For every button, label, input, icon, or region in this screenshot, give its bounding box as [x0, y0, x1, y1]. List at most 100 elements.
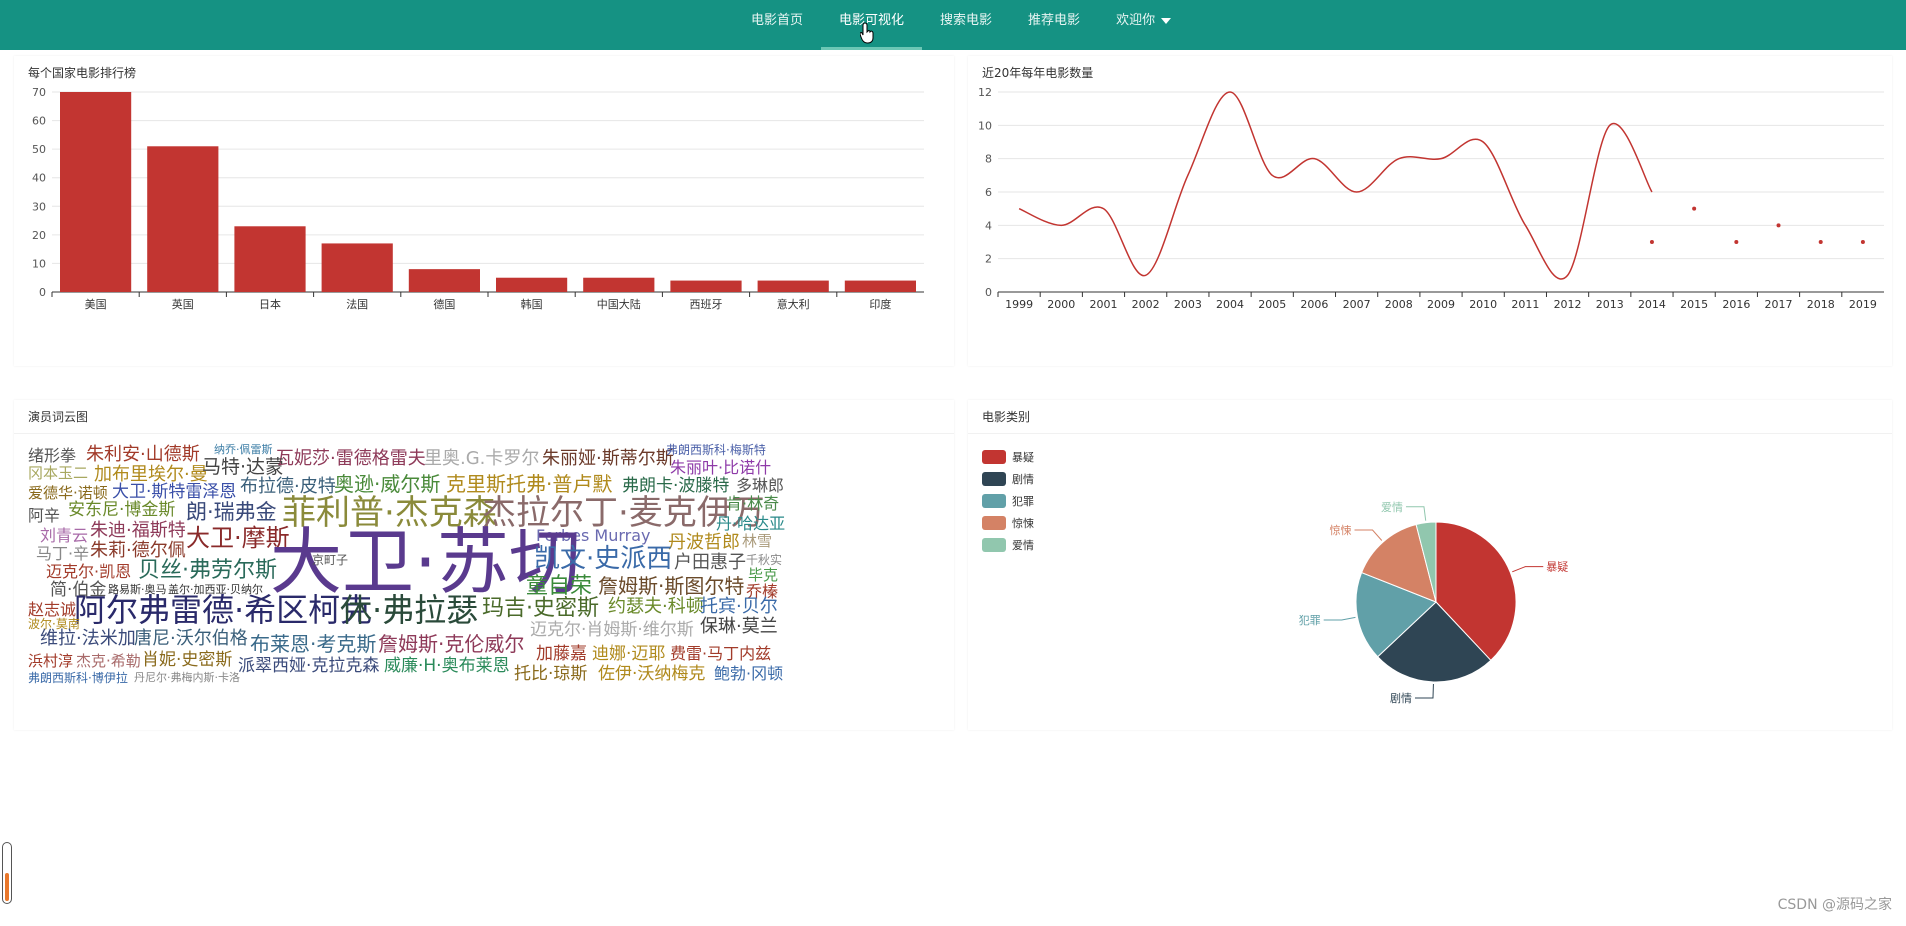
nav-item-home[interactable]: 电影首页 — [733, 0, 821, 50]
x-tick-label: 2019 — [1849, 298, 1877, 311]
label-line — [1414, 683, 1434, 699]
x-tick-label: 西班牙 — [690, 298, 723, 311]
cloud-word: 迈克尔·凯恩 — [46, 562, 132, 581]
line-chart: 0 2 4 6 8 10 12 1999 2000 2001 2002 2003 2004 2005 200… — [978, 86, 1884, 311]
cloud-word: 马特·达蒙 — [202, 456, 285, 478]
x-tick-label: 德国 — [433, 297, 455, 311]
cloud-word: 约瑟夫·科顿 — [608, 596, 704, 617]
divider — [14, 433, 954, 434]
y-tick-label: 10 — [978, 119, 992, 132]
x-tick-label: 2015 — [1680, 298, 1708, 311]
genre-panel: 电影类别 暴疑 剧情 犯罪 惊悚 爱情 暴疑 剧情 犯罪 惊悚 爱情 — [968, 400, 1892, 730]
hand-cursor-icon — [860, 22, 874, 44]
data-point — [1818, 240, 1823, 244]
cloud-word: 丹·哈达亚 — [716, 514, 786, 533]
cloud-word: 朗·瑞弗金 — [186, 500, 277, 524]
cloud-word: 佐伊·沃纳梅克 — [598, 664, 706, 684]
nav-item-search[interactable]: 搜索电影 — [922, 0, 1010, 50]
bar — [844, 280, 916, 292]
x-tick-label: 2013 — [1596, 298, 1624, 311]
nav-item-user-menu[interactable]: 欢迎你 — [1098, 0, 1189, 50]
y-tick-label: 4 — [985, 219, 992, 232]
x-tick-label: 2002 — [1132, 298, 1160, 311]
x-tick-label: 2007 — [1343, 298, 1371, 311]
cloud-word: 肯·林奇 — [726, 494, 780, 513]
x-tick-label: 2006 — [1300, 298, 1328, 311]
cloud-word: 冈本玉二 — [28, 464, 89, 482]
cloud-word: 马丁·辛 — [36, 544, 90, 563]
data-point — [1649, 240, 1654, 244]
actor-wordcloud-panel: 演员词云图 绪形拳 朱利安·山德斯 纳乔·佩雷斯 瓦妮莎·雷德格雷夫 里奥.G.卡罗尔朱… — [14, 400, 954, 730]
cloud-word: 奥逊·威尔斯 — [334, 472, 441, 496]
cloud-word: 凯文·史派西 — [534, 544, 673, 574]
x-tick-label: 2004 — [1216, 298, 1244, 311]
user-menu-label: 欢迎你 — [1116, 13, 1156, 28]
cloud-word: 里奥.G.卡罗尔 — [424, 448, 540, 469]
data-point — [1734, 240, 1739, 244]
bar — [583, 277, 655, 292]
x-tick-label: 法国 — [346, 297, 368, 311]
cloud-word: 玛吉·史密斯 — [482, 596, 599, 621]
cloud-word: 弗朗西斯科·博伊拉 — [28, 671, 128, 685]
cloud-word: 詹姆斯·斯图尔特 — [598, 574, 745, 598]
y-tick-label: 50 — [32, 143, 46, 156]
cloud-word: 保琳·莫兰 — [700, 616, 778, 637]
chevron-down-icon — [1161, 17, 1172, 24]
cloud-word: 毕克 — [748, 566, 779, 584]
x-tick-label: 印度 — [869, 297, 891, 311]
cloud-word: 朱迪·福斯特 — [90, 520, 186, 541]
cloud-word: 托比·琼斯 — [514, 664, 588, 684]
y-tick-label: 0 — [985, 286, 992, 299]
x-tick-label: 2001 — [1089, 298, 1117, 311]
slice-label: 爱情 — [1381, 501, 1403, 514]
x-tick-label: 2017 — [1765, 298, 1793, 311]
y-tick-label: 12 — [978, 86, 992, 99]
cloud-word: 朱丽叶·比诺什 — [670, 458, 772, 477]
cloud-word: 大卫·斯特雷泽恩 — [112, 482, 237, 502]
label-line — [1405, 506, 1427, 521]
cloud-word: 丹波哲郎 — [668, 532, 740, 553]
cloud-word: 刘青云 — [40, 526, 89, 545]
x-tick-label: 2012 — [1554, 298, 1582, 311]
side-scroll-indicator[interactable] — [2, 842, 12, 904]
cloud-word: 瓦妮莎·雷德格雷夫 — [276, 448, 426, 469]
cloud-word: 丹尼尔·弗梅内斯·卡洛 — [134, 671, 240, 684]
y-tick-label: 2 — [985, 253, 992, 266]
x-tick-label: 2016 — [1722, 298, 1750, 311]
y-tick-label: 40 — [32, 172, 46, 185]
slice-label: 剧情 — [1390, 692, 1412, 705]
cloud-word: 安东尼·博金斯 — [68, 500, 176, 520]
slice-label: 暴疑 — [1546, 561, 1568, 574]
cloud-word: 阿尔弗雷德·希区柯克 — [74, 591, 373, 629]
cloud-word: 布莱恩·考克斯 — [250, 632, 377, 656]
pie-chart: 暴疑剧情 犯罪 惊悚 爱情 — [1299, 501, 1569, 705]
x-tick-label: 中国大陆 — [597, 297, 641, 311]
y-tick-label: 0 — [39, 286, 46, 299]
y-tick-label: 8 — [985, 153, 992, 166]
y-tick-label: 20 — [32, 229, 46, 242]
bar — [496, 277, 568, 292]
yearly-count-panel: 近20年每年电影数量 0 2 4 6 8 10 12 1999 2000 2001 2002 2003… — [968, 56, 1892, 366]
data-point — [1860, 240, 1865, 244]
x-tick-label: 2003 — [1174, 298, 1202, 311]
cloud-word: 爱德华·诺顿 — [28, 484, 108, 502]
slice-label: 惊悚 — [1330, 523, 1352, 537]
cloud-word: 唐尼·沃尔伯格 — [134, 628, 248, 649]
label-line — [1512, 566, 1544, 573]
cloud-word: 京町子 — [312, 553, 349, 567]
cloud-word: 纳乔·佩雷斯 — [214, 443, 273, 456]
cloud-word: 朱丽娅·斯蒂尔斯 — [542, 448, 674, 469]
x-tick-label: 2008 — [1385, 298, 1413, 311]
word-cloud: 绪形拳 朱利安·山德斯 纳乔·佩雷斯 瓦妮莎·雷德格雷夫 里奥.G.卡罗尔 朱丽娅·斯蒂尔… — [14, 440, 954, 726]
x-tick-label: 美国 — [85, 298, 107, 311]
cloud-word: 托宾·贝尔 — [700, 596, 778, 617]
bar — [321, 243, 393, 292]
cloud-word: 鲍勃·冈顿 — [714, 664, 784, 683]
bar — [147, 146, 219, 292]
scroll-fill — [5, 873, 9, 901]
cloud-word: 杰克·希勒 — [76, 652, 141, 670]
label-line — [1323, 616, 1356, 621]
nav-item-recommend[interactable]: 推荐电影 — [1010, 0, 1098, 50]
x-tick-label: 2000 — [1047, 298, 1075, 311]
bar — [234, 226, 306, 292]
